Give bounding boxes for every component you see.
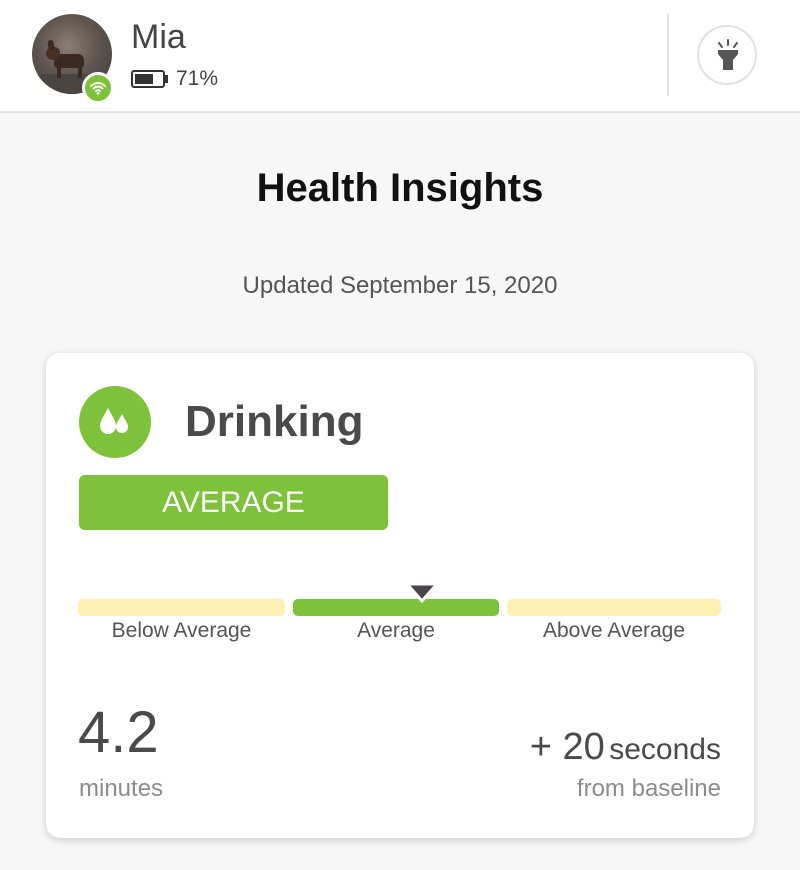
- scale-average: [293, 599, 499, 616]
- baseline-delta: + 20 seconds: [530, 726, 721, 769]
- metric-unit: minutes: [79, 775, 164, 802]
- battery-percent: 71%: [176, 67, 219, 90]
- flashlight-icon: [718, 39, 738, 70]
- updated-date: Updated September 15, 2020: [242, 272, 558, 299]
- scale-label-average: Average: [357, 619, 435, 642]
- status-badge: AVERAGE: [79, 475, 388, 530]
- light-button[interactable]: [697, 25, 757, 85]
- delta-value: + 20: [529, 726, 605, 768]
- scale-label-above: Above Average: [542, 619, 686, 642]
- battery-icon: [131, 70, 168, 88]
- scale-below-average: [78, 599, 285, 616]
- header-bar: Mia 71%: [0, 0, 800, 113]
- pet-name: Mia: [131, 18, 186, 56]
- page-title: Health Insights: [256, 166, 544, 210]
- delta-unit: seconds: [609, 733, 721, 766]
- header-divider: [667, 14, 669, 96]
- scale-label-below: Below Average: [111, 619, 252, 642]
- scale-above-average: [507, 599, 721, 616]
- drinking-card[interactable]: Drinking AVERAGE Below Average Average A…: [46, 353, 754, 838]
- wifi-icon: [82, 72, 114, 104]
- metric-value: 4.2: [78, 700, 159, 765]
- card-title: Drinking: [185, 397, 364, 446]
- scale-marker-icon: [405, 582, 439, 603]
- water-drops-icon: [79, 386, 151, 458]
- delta-caption: from baseline: [576, 775, 721, 802]
